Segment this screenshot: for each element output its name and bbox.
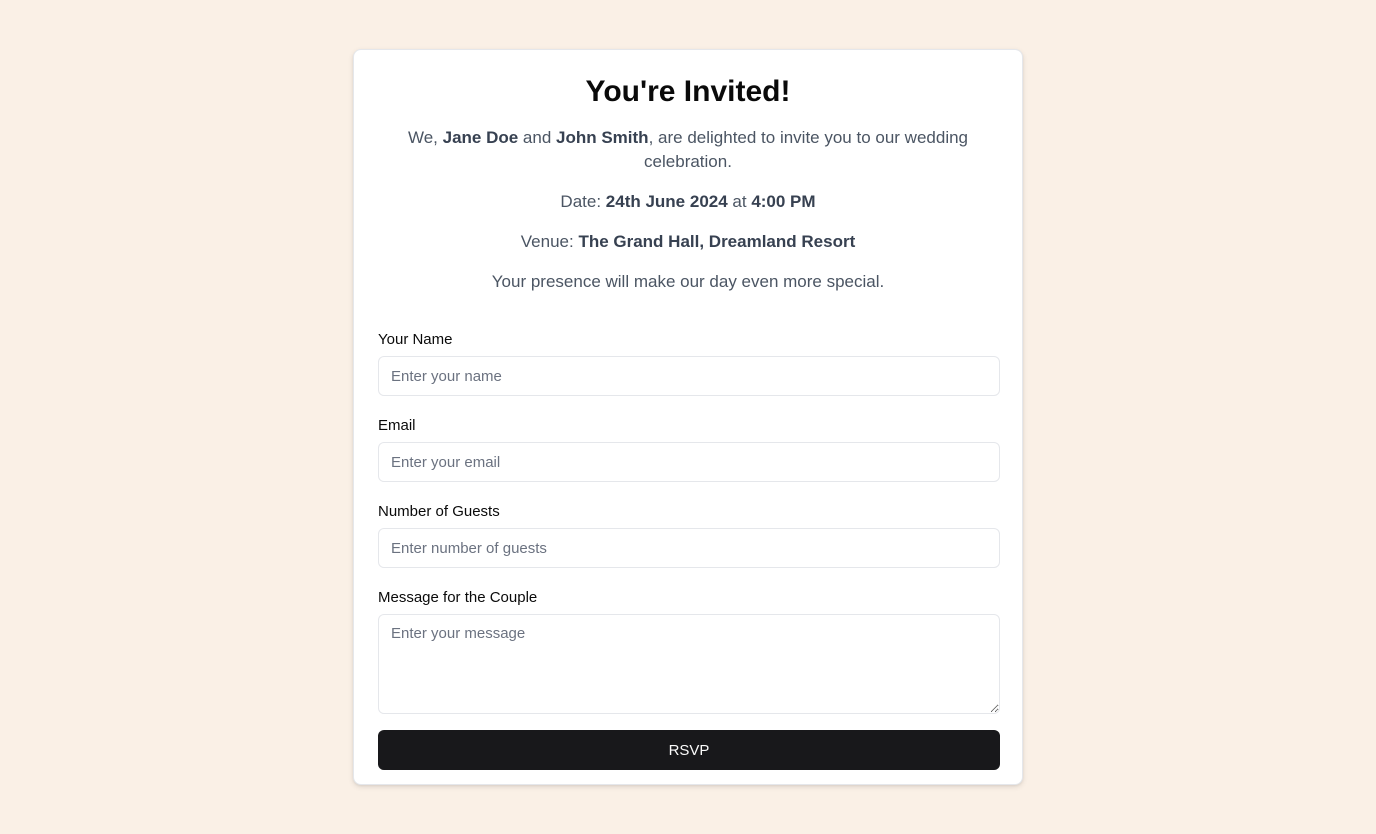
email-field-group: Email	[378, 416, 1000, 482]
rsvp-form: Your Name Email Number of Guests Message…	[378, 330, 1000, 770]
email-label: Email	[378, 417, 416, 434]
guests-input[interactable]	[378, 528, 1000, 568]
date-label: Date:	[560, 192, 606, 211]
date-at: at	[727, 192, 752, 211]
rsvp-button[interactable]: RSVP	[378, 730, 1000, 770]
event-date: Date: 24th June 2024 at 4:00 PM	[378, 190, 998, 214]
event-venue: Venue: The Grand Hall, Dreamland Resort	[378, 230, 998, 254]
date-value: 24th June 2024	[605, 192, 728, 211]
email-input[interactable]	[378, 442, 1000, 482]
intro-suffix: , are delighted to invite you to our wed…	[644, 128, 969, 171]
closing-message: Your presence will make our day even mor…	[491, 272, 885, 291]
name-input[interactable]	[378, 356, 1000, 396]
guests-label: Number of Guests	[378, 503, 500, 520]
message-textarea[interactable]	[378, 614, 1000, 714]
partner-two-name: John Smith	[556, 128, 649, 147]
invitation-intro: We, Jane Doe and John Smith, are delight…	[378, 126, 998, 174]
name-label: Your Name	[378, 331, 453, 348]
venue-value: The Grand Hall, Dreamland Resort	[578, 232, 856, 251]
intro-prefix: We,	[407, 128, 443, 147]
guests-field-group: Number of Guests	[378, 502, 1000, 568]
venue-label: Venue:	[520, 232, 579, 251]
name-field-group: Your Name	[378, 330, 1000, 396]
time-value: 4:00 PM	[751, 192, 816, 211]
page-title: You're Invited!	[585, 75, 791, 108]
partner-one-name: Jane Doe	[442, 128, 519, 147]
invitation-card: You're Invited! We, Jane Doe and John Sm…	[353, 49, 1023, 785]
message-label: Message for the Couple	[378, 589, 538, 606]
intro-and: and	[518, 128, 557, 147]
message-field-group: Message for the Couple	[378, 588, 1000, 714]
